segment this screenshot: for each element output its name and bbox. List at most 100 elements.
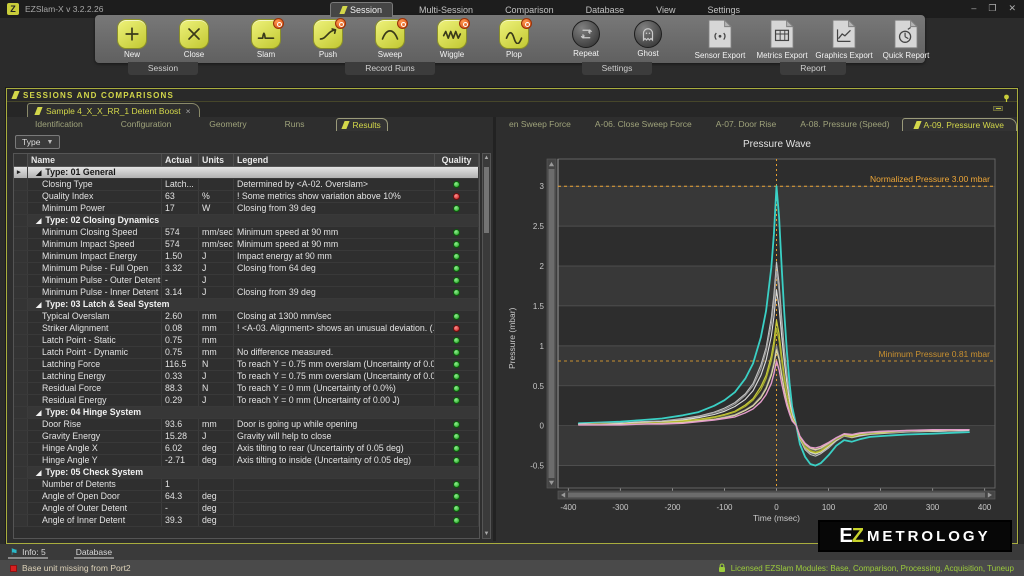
table-row-hinge-angle-y[interactable]: Hinge Angle Y-2.71degAxis tilting to ins… <box>14 455 479 467</box>
chart-tab-a-08-pressure-speed[interactable]: A-08. Pressure (Speed) <box>788 118 901 130</box>
ribbon-button-repeat[interactable]: Repeat <box>555 17 617 61</box>
tab-geometry[interactable]: Geometry <box>203 118 252 130</box>
table-row-minimum-pulse-full-open[interactable]: Minimum Pulse - Full Open3.32JClosing fr… <box>14 263 479 275</box>
table-row-angle-of-inner-detent[interactable]: Angle of Inner Detent39.3deg <box>14 515 479 527</box>
table-row-typical-overslam[interactable]: Typical Overslam2.60mmClosing at 1300 mm… <box>14 311 479 323</box>
cell-legend: Minimum speed at 90 mm <box>234 239 435 250</box>
table-row-hinge-angle-x[interactable]: Hinge Angle X6.02degAxis tilting to rear… <box>14 443 479 455</box>
active-tab-slash-icon <box>339 6 347 14</box>
chart-horizontal-scrollbar[interactable] <box>558 491 995 499</box>
column-header-actual[interactable]: Actual <box>162 154 199 166</box>
ribbon-button-close[interactable]: Close <box>163 17 225 61</box>
app-logo-icon: Z <box>7 3 19 15</box>
table-row-latching-force[interactable]: Latching Force116.5NTo reach Y = 0.75 mm… <box>14 359 479 371</box>
tab-results[interactable]: Results <box>336 118 387 131</box>
chart-tab-a-09-pressure-wave[interactable]: A-09. Pressure Wave <box>902 118 1017 131</box>
quality-green-dot-icon <box>453 205 460 212</box>
expander-icon[interactable]: ◢ <box>36 302 41 309</box>
table-row-closing-type[interactable]: Closing TypeLatch...Determined by <A-02.… <box>14 179 479 191</box>
table-row-quality-index[interactable]: Quality Index63%! Some metrics show vari… <box>14 191 479 203</box>
table-row-angle-of-open-door[interactable]: Angle of Open Door64.3deg <box>14 491 479 503</box>
cell-legend: Axis tilting to inside (Uncertainty of 0… <box>234 455 435 466</box>
table-row-gravity-energy[interactable]: Gravity Energy15.28JGravity will help to… <box>14 431 479 443</box>
column-header-quality[interactable]: Quality <box>435 154 479 166</box>
table-row-minimum-pulse-outer-detent[interactable]: Minimum Pulse - Outer Detent-J <box>14 275 479 287</box>
column-header-units[interactable]: Units <box>199 154 234 166</box>
quality-green-dot-icon <box>453 241 460 248</box>
column-header-legend[interactable]: Legend <box>234 154 435 166</box>
expander-icon[interactable]: ◢ <box>36 410 41 417</box>
status-message-text: Base unit missing from Port2 <box>22 563 131 573</box>
ribbon-button-plop[interactable]: Plop <box>483 17 545 61</box>
group-row-type-03-latch-seal-system[interactable]: ◢Type: 03 Latch & Seal System <box>14 299 479 311</box>
table-row-minimum-pulse-inner-detent[interactable]: Minimum Pulse - Inner Detent3.14JClosing… <box>14 287 479 299</box>
table-row-angle-of-outer-detent[interactable]: Angle of Outer Detent-deg <box>14 503 479 515</box>
ribbon-button-metrics-export[interactable]: Metrics Export <box>751 17 813 61</box>
expander-icon[interactable]: ◢ <box>36 170 41 177</box>
ribbon-button-ghost[interactable]: Ghost <box>617 17 679 61</box>
ribbon-button-push[interactable]: Push <box>297 17 359 61</box>
type-filter-button[interactable]: Type ▼ <box>15 135 60 149</box>
row-gutter <box>14 215 28 226</box>
table-row-number-of-detents[interactable]: Number of Detents1 <box>14 479 479 491</box>
tab-identification[interactable]: Identification <box>29 118 89 130</box>
menu-tab-settings[interactable]: Settings <box>701 3 746 17</box>
table-row-latching-energy[interactable]: Latching Energy0.33JTo reach Y = 0.75 mm… <box>14 371 479 383</box>
ribbon-button-quick-report[interactable]: Quick Report <box>875 17 937 61</box>
table-row-minimum-closing-speed[interactable]: Minimum Closing Speed574mm/secMinimum sp… <box>14 227 479 239</box>
chart-tab-a-07-door-rise[interactable]: A-07. Door Rise <box>704 118 788 130</box>
scroll-down-icon[interactable]: ▼ <box>483 531 490 537</box>
menu-tab-comparison[interactable]: Comparison <box>499 3 560 17</box>
close-window-icon[interactable]: ✕ <box>1008 2 1016 15</box>
menu-tab-view[interactable]: View <box>650 3 681 17</box>
status-bar: Base unit missing from Port2 Licensed EZ… <box>0 560 1024 576</box>
group-row-type-04-hinge-system[interactable]: ◢Type: 04 Hinge System <box>14 407 479 419</box>
ribbon-button-graphics-export[interactable]: Graphics Export <box>813 17 875 61</box>
table-row-minimum-power[interactable]: Minimum Power17WClosing from 39 deg <box>14 203 479 215</box>
status-tab-database[interactable]: Database <box>74 544 114 560</box>
menu-tab-session[interactable]: Session <box>330 2 393 17</box>
tab-configuration[interactable]: Configuration <box>115 118 178 130</box>
group-row-type-01-general[interactable]: ▸◢Type: 01 General <box>14 167 479 179</box>
results-scrollbar[interactable]: ▲ ▼ <box>482 153 491 539</box>
cell-legend: Determined by <A-02. Overslam> <box>234 179 435 190</box>
ribbon-button-sweep[interactable]: Sweep <box>359 17 421 61</box>
status-tab-info-5[interactable]: ⚑Info: 5 <box>8 544 48 560</box>
column-header-name[interactable]: Name <box>28 154 162 166</box>
group-row-type-02-closing-dynamics[interactable]: ◢Type: 02 Closing Dynamics <box>14 215 479 227</box>
expander-icon[interactable]: ◢ <box>36 218 41 225</box>
tab-runs[interactable]: Runs <box>279 118 311 130</box>
table-row-residual-force[interactable]: Residual Force88.3NTo reach Y = 0 mm (Un… <box>14 383 479 395</box>
table-row-residual-energy[interactable]: Residual Energy0.29JTo reach Y = 0 mm (U… <box>14 395 479 407</box>
menu-tab-database[interactable]: Database <box>580 3 631 17</box>
table-row-minimum-impact-speed[interactable]: Minimum Impact Speed574mm/secMinimum spe… <box>14 239 479 251</box>
menu-tab-multi-session[interactable]: Multi-Session <box>413 3 479 17</box>
scroll-up-icon[interactable]: ▲ <box>483 155 490 161</box>
pane-splitter[interactable] <box>493 117 496 541</box>
ribbon-button-wiggle[interactable]: Wiggle <box>421 17 483 61</box>
chart-vertical-scrollbar[interactable] <box>547 159 556 488</box>
table-row-minimum-impact-energy[interactable]: Minimum Impact Energy1.50JImpact energy … <box>14 251 479 263</box>
group-row-type-05-check-system[interactable]: ◢Type: 05 Check System <box>14 467 479 479</box>
expander-icon[interactable]: ◢ <box>36 470 41 477</box>
cell-legend: To reach Y = 0.75 mm overslam (Uncertain… <box>234 359 435 370</box>
collapse-button[interactable] <box>993 106 1003 111</box>
table-row-door-rise[interactable]: Door Rise93.6mmDoor is going up while op… <box>14 419 479 431</box>
session-tab[interactable]: Sample 4_X_X_RR_1 Detent Boost × <box>27 103 200 117</box>
chart-tab-en-sweep-force[interactable]: en Sweep Force <box>497 118 583 130</box>
maximize-window-icon[interactable]: ❐ <box>988 2 996 15</box>
chart-tab-a-06-close-sweep-force[interactable]: A-06. Close Sweep Force <box>583 118 704 130</box>
ribbon-button-slam[interactable]: Slam <box>235 17 297 61</box>
table-row-striker-alignment[interactable]: Striker Alignment0.08mm! <A-03. Alignmen… <box>14 323 479 335</box>
table-row-latch-point-static[interactable]: Latch Point - Static0.75mm <box>14 335 479 347</box>
minimize-window-icon[interactable]: – <box>971 2 976 15</box>
cell-legend: To reach Y = 0.75 mm overslam (Uncertain… <box>234 371 435 382</box>
table-row-latch-point-dynamic[interactable]: Latch Point - Dynamic0.75mmNo difference… <box>14 347 479 359</box>
ribbon-button-label: Repeat <box>573 49 599 58</box>
close-tab-icon[interactable]: × <box>186 106 191 116</box>
quality-green-dot-icon <box>453 385 460 392</box>
ribbon-button-sensor-export[interactable]: Sensor Export <box>689 17 751 61</box>
scrollbar-thumb[interactable] <box>484 167 489 233</box>
ribbon-button-new[interactable]: New <box>101 17 163 61</box>
cell-legend: Closing from 64 deg <box>234 263 435 274</box>
